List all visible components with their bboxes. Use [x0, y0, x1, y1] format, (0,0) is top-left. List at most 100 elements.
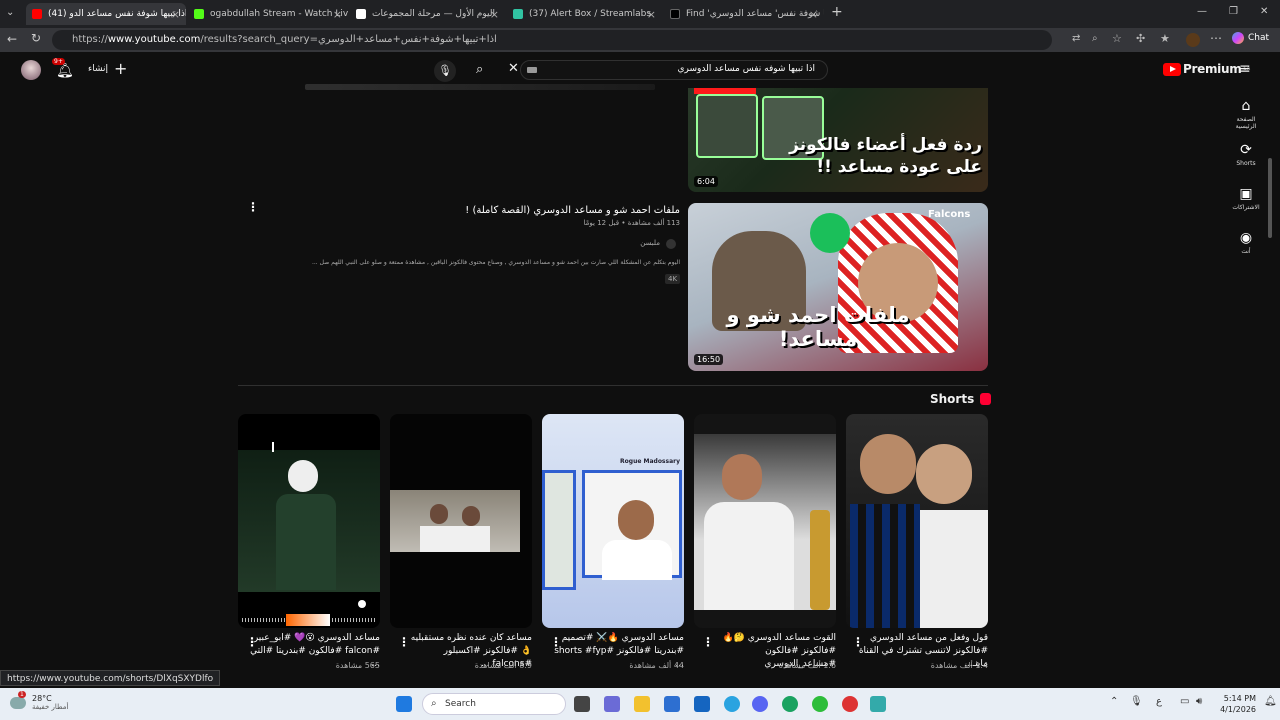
page-scrollbar[interactable]: [1268, 158, 1272, 238]
channel-avatar[interactable]: [666, 239, 676, 249]
tab-list-chevron-icon[interactable]: ⌄: [6, 7, 14, 18]
thumbnail-overlay-text: ملفات احمد شو و مساعد!: [726, 303, 910, 351]
tab-label: اليوم الأول — مرحلة المجموعات: [372, 9, 495, 19]
sidebar-item-label: الصفحة الرئيسية: [1235, 116, 1257, 130]
short-menu-icon[interactable]: ⋮: [852, 635, 864, 649]
falcons-logo-icon: [810, 213, 850, 253]
keyboard-icon[interactable]: [527, 67, 537, 73]
windows-icon[interactable]: [396, 696, 412, 712]
sidebar-item-home[interactable]: ⌂ الصفحة الرئيسية: [1226, 98, 1266, 130]
short-views: 1.6 ألف مشاهدة: [778, 661, 836, 670]
short-views: 8.9 ألف مشاهدة: [474, 661, 532, 670]
input-language[interactable]: ع: [1156, 696, 1162, 707]
video-meta: 113 ألف مشاهدة • قبل 12 يومًا: [583, 219, 680, 227]
network-icon[interactable]: ▭: [1180, 696, 1189, 707]
short-menu-icon[interactable]: ⋮: [246, 635, 258, 649]
sidebar-item-label: الاشتراكات: [1232, 204, 1260, 211]
create-label: إنشاء: [88, 64, 109, 74]
tray-overflow-icon[interactable]: ⌃: [1110, 696, 1118, 707]
short-card[interactable]: [694, 414, 836, 628]
channel-name[interactable]: ملبسن: [640, 239, 660, 247]
video-menu-icon[interactable]: ⋮: [247, 200, 259, 214]
premium-label: Premium: [1183, 62, 1242, 76]
copilot-chat-button[interactable]: Chat: [1232, 32, 1269, 44]
notification-badge: 9+: [52, 58, 65, 65]
sidebar-item-label: أنت: [1241, 248, 1251, 255]
play-position-icon[interactable]: [358, 600, 366, 608]
edge-icon[interactable]: [724, 696, 740, 712]
sidebar-item-shorts[interactable]: ⟳ Shorts: [1226, 142, 1266, 167]
video-title[interactable]: ملفات احمد شو و مساعد الدوسري (القصة كام…: [465, 205, 680, 216]
sidebar-item-you[interactable]: ◉ أنت: [1226, 230, 1266, 255]
copilot-icon[interactable]: [604, 696, 620, 712]
short-menu-icon[interactable]: ⋮: [398, 635, 410, 649]
discord-icon[interactable]: [752, 696, 768, 712]
close-icon[interactable]: ×: [647, 8, 656, 21]
close-icon[interactable]: ×: [490, 8, 499, 21]
close-window-button[interactable]: ✕: [1260, 6, 1268, 17]
new-tab-button[interactable]: +: [831, 4, 843, 20]
account-avatar[interactable]: [21, 60, 41, 80]
taskbar-search-label: Search: [445, 699, 476, 709]
profile-avatar[interactable]: [1186, 33, 1200, 47]
translate-icon[interactable]: ⇄: [1072, 33, 1080, 44]
url-field[interactable]: https://www.youtube.com/results?search_q…: [52, 30, 1052, 50]
minimize-button[interactable]: —: [1197, 6, 1207, 17]
copilot-icon: [1232, 32, 1244, 44]
tab-tiktok[interactable]: Find 'تبيها شوفة نفس' مساعد الدوسري ×: [664, 3, 824, 25]
clear-search-icon[interactable]: ✕: [508, 61, 519, 76]
voice-search-button[interactable]: 🎙︎: [434, 60, 456, 82]
tab-groups[interactable]: اليوم الأول — مرحلة المجموعات ×: [350, 3, 505, 25]
thumbnail-brand: Falcons: [928, 209, 971, 220]
short-card[interactable]: [390, 414, 532, 628]
tab-youtube[interactable]: (41) اذا تبيها شوفة نفس مساعد الدو ×: [26, 3, 186, 25]
close-icon[interactable]: ×: [333, 8, 342, 21]
youtube-header: 🔔︎ 9+ إنشاء + 🎙︎ ⌕ ✕ اذا تبيها شوفه نفس …: [0, 52, 1280, 88]
url-prefix: https://: [72, 34, 108, 45]
shorts-logo-icon: [980, 393, 992, 405]
short-menu-icon[interactable]: ⋮: [550, 635, 562, 649]
notification-center-icon[interactable]: 🔔︎: [1264, 696, 1277, 707]
taskview-icon[interactable]: [574, 696, 590, 712]
short-card[interactable]: [238, 414, 380, 628]
favorite-icon[interactable]: ☆: [1112, 32, 1122, 45]
store-icon[interactable]: [664, 696, 680, 712]
video-thumbnail[interactable]: ردة فعل أعضاء فالكونز على عودة مساعد !! …: [688, 88, 988, 192]
zoom-icon[interactable]: ⌕: [1092, 33, 1098, 44]
favorites-bar-icon[interactable]: ★: [1160, 32, 1170, 45]
video-thumbnail[interactable]: Falcons ملفات احمد شو و مساعد! 16:50: [688, 203, 988, 371]
tab-kick[interactable]: ogabdullah Stream - Watch Live o ×: [188, 3, 348, 25]
app-icon[interactable]: [842, 696, 858, 712]
notifications-button[interactable]: 🔔︎ 9+: [52, 58, 74, 79]
short-card[interactable]: Rogue Madossary: [542, 414, 684, 628]
search-button[interactable]: ⌕: [476, 62, 483, 77]
weather-text: أمطار خفيفة: [32, 703, 69, 711]
taskbar-search[interactable]: ⌕ Search: [422, 693, 566, 715]
network-app-icon[interactable]: [870, 696, 886, 712]
short-card[interactable]: [846, 414, 988, 628]
search-input[interactable]: اذا تبيها شوفه نفس مساعد الدوسري: [520, 60, 828, 80]
more-menu-icon[interactable]: ⋯: [1210, 31, 1222, 45]
back-icon[interactable]: ←: [7, 32, 17, 46]
outlook-icon[interactable]: [694, 696, 710, 712]
xbox-icon[interactable]: [812, 696, 828, 712]
url-host: www.youtube.com: [107, 34, 201, 45]
microphone-icon[interactable]: 🎙︎: [1130, 696, 1143, 707]
guide-menu-icon[interactable]: ≡: [1239, 61, 1251, 77]
home-page-icon: [356, 9, 366, 19]
restore-button[interactable]: ❐: [1229, 6, 1238, 17]
explorer-icon[interactable]: [634, 696, 650, 712]
close-icon[interactable]: ×: [171, 8, 180, 21]
close-icon[interactable]: ×: [809, 8, 818, 21]
reload-icon[interactable]: ↻: [31, 31, 41, 45]
tab-streamlabs[interactable]: (37) Alert Box / Streamlabs ×: [507, 3, 662, 25]
chrome-icon[interactable]: [782, 696, 798, 712]
youtube-logo[interactable]: Premium SA: [1163, 62, 1250, 76]
volume-icon[interactable]: 🔊︎: [1196, 696, 1202, 707]
weather-widget[interactable]: 1 28°C أمطار خفيفة: [10, 691, 69, 712]
create-button[interactable]: إنشاء +: [88, 61, 127, 77]
clock[interactable]: 5:14 PM 4/1/2026: [1218, 693, 1256, 715]
short-menu-icon[interactable]: ⋮: [702, 635, 714, 649]
sidebar-item-subscriptions[interactable]: ▣ الاشتراكات: [1226, 186, 1266, 211]
extensions-icon[interactable]: ✣: [1136, 32, 1145, 45]
